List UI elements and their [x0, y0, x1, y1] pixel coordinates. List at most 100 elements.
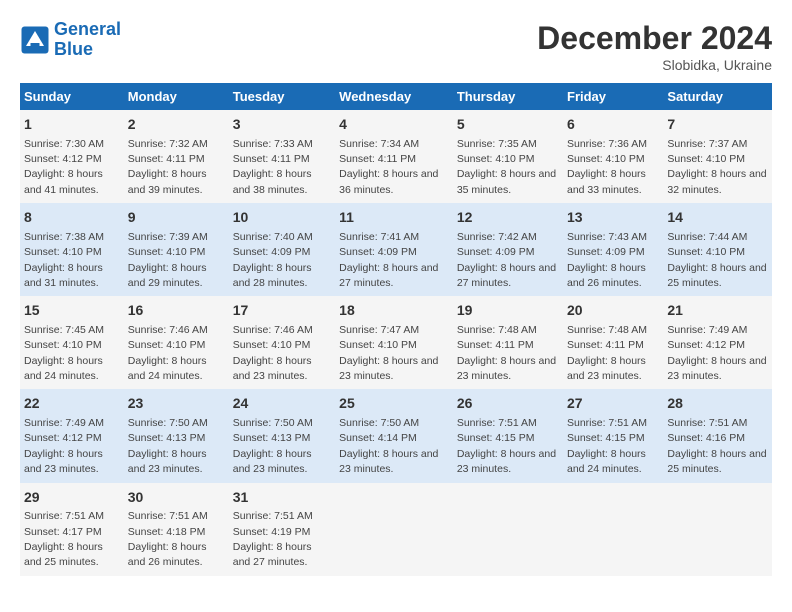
day-cell-27: 27 Sunrise: 7:51 AMSunset: 4:15 PMDayligh…	[563, 389, 663, 482]
day-info: Sunrise: 7:38 AMSunset: 4:10 PMDaylight:…	[24, 231, 104, 289]
day-info: Sunrise: 7:51 AMSunset: 4:16 PMDaylight:…	[667, 417, 766, 475]
day-info: Sunrise: 7:46 AMSunset: 4:10 PMDaylight:…	[128, 324, 208, 382]
day-info: Sunrise: 7:36 AMSunset: 4:10 PMDaylight:…	[567, 138, 647, 196]
day-cell-6: 6 Sunrise: 7:36 AMSunset: 4:10 PMDaylight…	[563, 110, 663, 203]
day-info: Sunrise: 7:41 AMSunset: 4:09 PMDaylight:…	[339, 231, 438, 289]
day-cell-empty	[663, 483, 772, 576]
day-number: 12	[457, 208, 559, 228]
day-info: Sunrise: 7:47 AMSunset: 4:10 PMDaylight:…	[339, 324, 438, 382]
day-info: Sunrise: 7:50 AMSunset: 4:14 PMDaylight:…	[339, 417, 438, 475]
day-number: 10	[233, 208, 331, 228]
day-info: Sunrise: 7:42 AMSunset: 4:09 PMDaylight:…	[457, 231, 556, 289]
day-number: 7	[667, 115, 768, 135]
day-number: 9	[128, 208, 225, 228]
day-info: Sunrise: 7:39 AMSunset: 4:10 PMDaylight:…	[128, 231, 208, 289]
day-cell-19: 19 Sunrise: 7:48 AMSunset: 4:11 PMDayligh…	[453, 296, 563, 389]
day-cell-11: 11 Sunrise: 7:41 AMSunset: 4:09 PMDayligh…	[335, 203, 453, 296]
day-cell-20: 20 Sunrise: 7:48 AMSunset: 4:11 PMDayligh…	[563, 296, 663, 389]
day-cell-1: 1 Sunrise: 7:30 AMSunset: 4:12 PMDaylight…	[20, 110, 124, 203]
day-cell-empty	[563, 483, 663, 576]
day-cell-25: 25Sunrise: 7:50 AMSunset: 4:14 PMDayligh…	[335, 389, 453, 482]
logo-text-blue: Blue	[54, 40, 121, 60]
day-cell-21: 21Sunrise: 7:49 AMSunset: 4:12 PMDayligh…	[663, 296, 772, 389]
header-row: SundayMondayTuesdayWednesdayThursdayFrid…	[20, 83, 772, 110]
day-cell-16: 16 Sunrise: 7:46 AMSunset: 4:10 PMDayligh…	[124, 296, 229, 389]
week-row-3: 15 Sunrise: 7:45 AMSunset: 4:10 PMDayligh…	[20, 296, 772, 389]
day-cell-14: 14 Sunrise: 7:44 AMSunset: 4:10 PMDayligh…	[663, 203, 772, 296]
day-info: Sunrise: 7:30 AMSunset: 4:12 PMDaylight:…	[24, 138, 104, 196]
day-number: 2	[128, 115, 225, 135]
week-row-1: 1 Sunrise: 7:30 AMSunset: 4:12 PMDaylight…	[20, 110, 772, 203]
header-day-tuesday: Tuesday	[229, 83, 335, 110]
day-number: 23	[128, 394, 225, 414]
day-cell-29: 29Sunrise: 7:51 AMSunset: 4:17 PMDayligh…	[20, 483, 124, 576]
day-cell-8: 8 Sunrise: 7:38 AMSunset: 4:10 PMDaylight…	[20, 203, 124, 296]
day-cell-23: 23 Sunrise: 7:50 AMSunset: 4:13 PMDayligh…	[124, 389, 229, 482]
subtitle: Slobidka, Ukraine	[537, 57, 772, 73]
logo-text-general: General	[54, 20, 121, 40]
day-info: Sunrise: 7:45 AMSunset: 4:10 PMDaylight:…	[24, 324, 104, 382]
day-cell-2: 2 Sunrise: 7:32 AMSunset: 4:11 PMDaylight…	[124, 110, 229, 203]
day-number: 17	[233, 301, 331, 321]
day-info: Sunrise: 7:37 AMSunset: 4:10 PMDaylight:…	[667, 138, 766, 196]
day-cell-24: 24Sunrise: 7:50 AMSunset: 4:13 PMDayligh…	[229, 389, 335, 482]
calendar-table: SundayMondayTuesdayWednesdayThursdayFrid…	[20, 83, 772, 576]
header-day-friday: Friday	[563, 83, 663, 110]
day-cell-empty	[453, 483, 563, 576]
day-cell-5: 5Sunrise: 7:35 AMSunset: 4:10 PMDaylight…	[453, 110, 563, 203]
week-row-2: 8 Sunrise: 7:38 AMSunset: 4:10 PMDaylight…	[20, 203, 772, 296]
day-info: Sunrise: 7:51 AMSunset: 4:15 PMDaylight:…	[567, 417, 647, 475]
day-cell-26: 26Sunrise: 7:51 AMSunset: 4:15 PMDayligh…	[453, 389, 563, 482]
day-number: 19	[457, 301, 559, 321]
day-info: Sunrise: 7:35 AMSunset: 4:10 PMDaylight:…	[457, 138, 556, 196]
week-row-4: 22Sunrise: 7:49 AMSunset: 4:12 PMDayligh…	[20, 389, 772, 482]
day-info: Sunrise: 7:51 AMSunset: 4:18 PMDaylight:…	[128, 510, 208, 568]
day-number: 16	[128, 301, 225, 321]
day-number: 11	[339, 208, 449, 228]
day-cell-empty	[335, 483, 453, 576]
day-number: 1	[24, 115, 120, 135]
day-cell-28: 28Sunrise: 7:51 AMSunset: 4:16 PMDayligh…	[663, 389, 772, 482]
day-number: 15	[24, 301, 120, 321]
day-number: 8	[24, 208, 120, 228]
day-cell-18: 18 Sunrise: 7:47 AMSunset: 4:10 PMDayligh…	[335, 296, 453, 389]
week-row-5: 29Sunrise: 7:51 AMSunset: 4:17 PMDayligh…	[20, 483, 772, 576]
day-number: 22	[24, 394, 120, 414]
day-info: Sunrise: 7:32 AMSunset: 4:11 PMDaylight:…	[128, 138, 208, 196]
day-number: 6	[567, 115, 659, 135]
day-cell-17: 17Sunrise: 7:46 AMSunset: 4:10 PMDayligh…	[229, 296, 335, 389]
day-cell-3: 3Sunrise: 7:33 AMSunset: 4:11 PMDaylight…	[229, 110, 335, 203]
logo: General Blue	[20, 20, 121, 60]
day-number: 20	[567, 301, 659, 321]
day-number: 21	[667, 301, 768, 321]
day-info: Sunrise: 7:51 AMSunset: 4:15 PMDaylight:…	[457, 417, 556, 475]
day-info: Sunrise: 7:33 AMSunset: 4:11 PMDaylight:…	[233, 138, 313, 196]
day-number: 30	[128, 488, 225, 508]
day-cell-31: 31Sunrise: 7:51 AMSunset: 4:19 PMDayligh…	[229, 483, 335, 576]
day-info: Sunrise: 7:48 AMSunset: 4:11 PMDaylight:…	[457, 324, 556, 382]
day-info: Sunrise: 7:50 AMSunset: 4:13 PMDaylight:…	[128, 417, 208, 475]
header-day-saturday: Saturday	[663, 83, 772, 110]
day-number: 27	[567, 394, 659, 414]
title-block: December 2024 Slobidka, Ukraine	[537, 20, 772, 73]
day-number: 14	[667, 208, 768, 228]
header-day-thursday: Thursday	[453, 83, 563, 110]
day-info: Sunrise: 7:40 AMSunset: 4:09 PMDaylight:…	[233, 231, 313, 289]
day-info: Sunrise: 7:51 AMSunset: 4:17 PMDaylight:…	[24, 510, 104, 568]
day-info: Sunrise: 7:48 AMSunset: 4:11 PMDaylight:…	[567, 324, 647, 382]
day-number: 31	[233, 488, 331, 508]
day-number: 24	[233, 394, 331, 414]
day-number: 18	[339, 301, 449, 321]
header-day-wednesday: Wednesday	[335, 83, 453, 110]
page-header: General Blue December 2024 Slobidka, Ukr…	[20, 20, 772, 73]
day-info: Sunrise: 7:43 AMSunset: 4:09 PMDaylight:…	[567, 231, 647, 289]
day-cell-4: 4Sunrise: 7:34 AMSunset: 4:11 PMDaylight…	[335, 110, 453, 203]
main-title: December 2024	[537, 20, 772, 57]
day-number: 4	[339, 115, 449, 135]
day-cell-9: 9 Sunrise: 7:39 AMSunset: 4:10 PMDaylight…	[124, 203, 229, 296]
day-cell-7: 7 Sunrise: 7:37 AMSunset: 4:10 PMDaylight…	[663, 110, 772, 203]
day-cell-30: 30Sunrise: 7:51 AMSunset: 4:18 PMDayligh…	[124, 483, 229, 576]
day-info: Sunrise: 7:44 AMSunset: 4:10 PMDaylight:…	[667, 231, 766, 289]
day-cell-12: 12 Sunrise: 7:42 AMSunset: 4:09 PMDayligh…	[453, 203, 563, 296]
day-cell-13: 13Sunrise: 7:43 AMSunset: 4:09 PMDayligh…	[563, 203, 663, 296]
